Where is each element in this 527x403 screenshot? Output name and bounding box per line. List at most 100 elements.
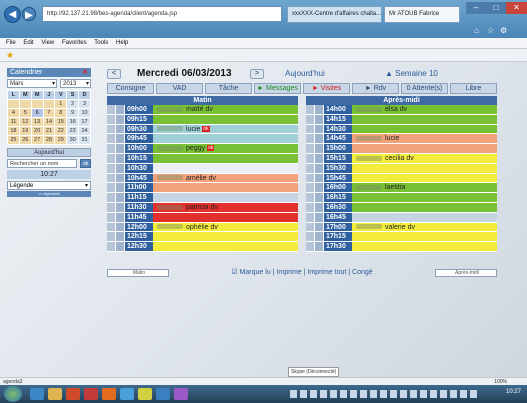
slot-status-icon[interactable] — [107, 173, 116, 183]
calendar-day[interactable]: 29 — [54, 135, 68, 145]
slot-edit-icon[interactable] — [116, 242, 125, 251]
slot-status-icon[interactable] — [306, 144, 315, 153]
month-select[interactable]: Mars — [7, 79, 57, 88]
media-icon[interactable] — [66, 388, 80, 400]
slot-edit-icon[interactable] — [315, 193, 324, 202]
calendar-day[interactable]: 9 — [66, 108, 80, 118]
slot-status-icon[interactable] — [107, 134, 116, 144]
menu-view[interactable]: View — [41, 40, 54, 46]
app-icon-3[interactable] — [120, 388, 134, 400]
time-slot-row[interactable]: 11h45 — [107, 212, 298, 223]
calendar-day[interactable]: 19 — [18, 126, 32, 136]
time-slot-row[interactable]: 16h45 — [306, 212, 497, 223]
minimize-icon[interactable]: – — [466, 2, 486, 14]
slot-appointment[interactable] — [352, 173, 497, 183]
menu-edit[interactable]: Edit — [23, 40, 33, 46]
afternoon-select[interactable]: Après-midi — [435, 269, 497, 277]
home-icon[interactable]: ⌂ — [474, 26, 479, 35]
time-slot-row[interactable]: 14h00 élsa dv — [306, 105, 497, 115]
slot-status-icon[interactable] — [306, 183, 315, 193]
slot-status-icon[interactable] — [107, 163, 116, 173]
slot-edit-icon[interactable] — [116, 212, 125, 222]
calendar-day[interactable]: 22 — [54, 126, 68, 136]
time-slot-row[interactable]: 11h30 patricia dv — [107, 202, 298, 213]
calendar-day[interactable]: 18 — [7, 126, 20, 136]
slot-status-icon[interactable] — [107, 232, 116, 242]
slot-appointment[interactable] — [153, 134, 298, 144]
slot-edit-icon[interactable] — [116, 193, 125, 202]
slot-edit-icon[interactable] — [116, 232, 125, 242]
search-name-input[interactable]: Rechercher un nom — [7, 159, 77, 168]
slot-edit-icon[interactable] — [116, 134, 125, 144]
time-slot-row[interactable]: 15h45 — [306, 173, 497, 184]
time-slot-row[interactable]: 09h00 maïté dv — [107, 105, 298, 115]
time-slot-row[interactable]: 15h30 — [306, 163, 497, 174]
slot-appointment[interactable] — [352, 202, 497, 212]
slot-appointment[interactable]: lucie — [352, 134, 497, 144]
time-slot-row[interactable]: 12h30 — [107, 242, 298, 252]
calendar-day[interactable]: 30 — [66, 135, 80, 145]
slot-appointment[interactable] — [153, 193, 298, 202]
slot-appointment[interactable]: maïté dv — [153, 105, 298, 114]
footer-actions[interactable]: ☑ Marque lu | Imprime | Imprime tout | C… — [231, 269, 372, 276]
time-slot-row[interactable]: 17h15 — [306, 232, 497, 243]
calendar-day[interactable]: 12 — [18, 117, 32, 127]
time-slot-row[interactable]: 14h30 — [306, 124, 497, 135]
menu-help[interactable]: Help — [116, 40, 128, 46]
slot-appointment[interactable] — [153, 114, 298, 124]
app-icon-5[interactable] — [156, 388, 170, 400]
slot-edit-icon[interactable] — [116, 105, 125, 114]
calendar-day[interactable]: 25 — [7, 135, 20, 145]
slot-status-icon[interactable] — [107, 114, 116, 124]
slot-edit-icon[interactable] — [315, 202, 324, 212]
menu-file[interactable]: File — [6, 40, 16, 46]
time-slot-row[interactable]: 16h15 — [306, 193, 497, 203]
slot-edit-icon[interactable] — [315, 212, 324, 222]
slot-edit-icon[interactable] — [116, 173, 125, 183]
slot-edit-icon[interactable] — [116, 202, 125, 212]
year-select[interactable]: 2013 — [60, 79, 91, 88]
slot-status-icon[interactable] — [107, 222, 116, 232]
tab-rdv[interactable]: ► Rdv — [352, 83, 399, 94]
browser-tab-2[interactable]: Mr ATOUB Fabrice — [384, 6, 460, 23]
browser-tab-1[interactable]: xxxXXX-Centre d'affaires challa... — [287, 6, 382, 23]
forward-button[interactable]: ▶ — [22, 7, 36, 21]
slot-status-icon[interactable] — [107, 242, 116, 251]
app-icon-1[interactable] — [84, 388, 98, 400]
tab-libre[interactable]: Libre — [450, 83, 497, 94]
slot-edit-icon[interactable] — [315, 134, 324, 144]
week-selector[interactable]: ▲ Semaine 10 — [385, 69, 438, 78]
calendar-day[interactable]: 24 — [78, 126, 91, 136]
slot-appointment[interactable]: laetitia — [352, 183, 497, 193]
slot-status-icon[interactable] — [107, 144, 116, 153]
time-slot-row[interactable]: 15h15 cecilia dv — [306, 153, 497, 164]
slot-appointment[interactable] — [352, 163, 497, 173]
time-slot-row[interactable]: 15h00 — [306, 144, 497, 154]
slot-appointment[interactable] — [352, 193, 497, 202]
slot-edit-icon[interactable] — [116, 222, 125, 232]
slot-appointment[interactable] — [153, 153, 298, 163]
time-slot-row[interactable]: 11h15 — [107, 193, 298, 203]
time-slot-row[interactable]: 10h45 amélie dv — [107, 173, 298, 184]
time-slot-row[interactable]: 12h00 ophélie dv — [107, 222, 298, 233]
calendar-day[interactable]: 16 — [66, 117, 80, 127]
slot-edit-icon[interactable] — [116, 124, 125, 134]
star-icon[interactable]: ☆ — [487, 26, 494, 35]
menu-favorites[interactable]: Favorites — [62, 40, 87, 46]
app-icon-2[interactable] — [102, 388, 116, 400]
legend-select[interactable]: Légende — [7, 181, 91, 190]
calendar-day[interactable]: 17 — [78, 117, 91, 127]
calendar-day[interactable]: 21 — [42, 126, 56, 136]
slot-status-icon[interactable] — [306, 212, 315, 222]
close-calendar-icon[interactable]: ✕ — [82, 68, 88, 77]
time-slot-row[interactable]: 09h15 — [107, 114, 298, 125]
app-icon-4[interactable] — [138, 388, 152, 400]
slot-edit-icon[interactable] — [315, 242, 324, 251]
calendar-day[interactable]: 31 — [78, 135, 91, 145]
slot-status-icon[interactable] — [306, 134, 315, 144]
calendar-day[interactable]: 7 — [42, 108, 56, 118]
next-day-button[interactable]: > — [250, 69, 264, 79]
slot-status-icon[interactable] — [306, 105, 315, 114]
slot-status-icon[interactable] — [306, 173, 315, 183]
start-button[interactable] — [4, 386, 22, 402]
